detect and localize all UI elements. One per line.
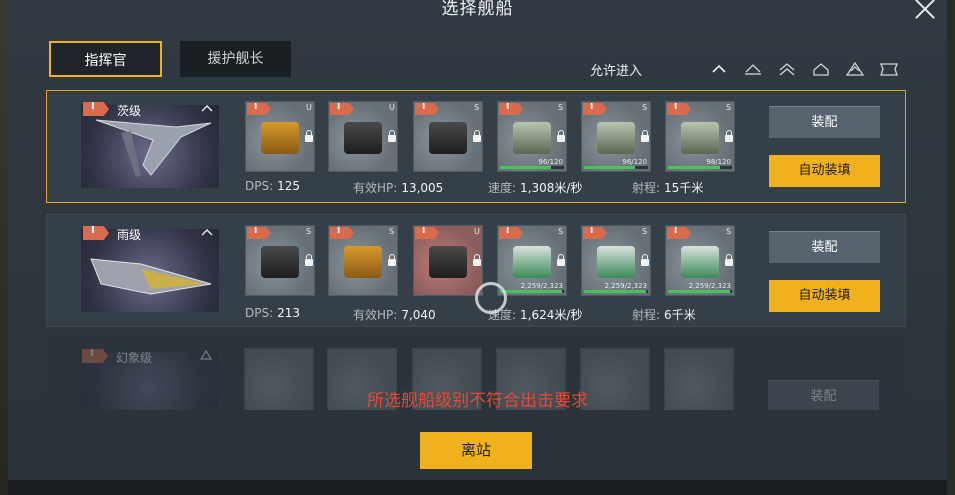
- auto-reload-button[interactable]: 自动装填: [769, 155, 880, 187]
- stat-range: 射程: 6千米: [632, 308, 696, 322]
- lock-icon: [557, 130, 565, 142]
- allowed-classes-label: 允许进入: [590, 64, 643, 79]
- stat-hp: 有效HP: 7,040: [353, 308, 436, 322]
- ship-name: 雨级: [117, 228, 142, 242]
- turret-icon: [261, 246, 299, 278]
- turret-icon: [681, 246, 719, 278]
- depart-button[interactable]: 离站: [420, 432, 532, 469]
- lock-icon: [725, 130, 733, 142]
- turret-icon: [513, 246, 551, 278]
- ship-name: 幻象级: [116, 351, 153, 365]
- rank-badge: I: [82, 349, 108, 363]
- touch-cursor-icon: [475, 282, 507, 314]
- close-icon[interactable]: [912, 0, 938, 22]
- warning-message: 所选舰船级别不符合出击要求: [367, 391, 588, 411]
- equip-button[interactable]: 装配: [769, 231, 880, 263]
- background-edge-right: [947, 0, 955, 495]
- ship-image: [81, 229, 219, 312]
- turret-icon: [344, 122, 382, 154]
- equipment-slot[interactable]: I S 2,259/2,323: [581, 225, 651, 296]
- turret-icon: [681, 122, 719, 154]
- equipment-slot[interactable]: I S 2,259/2,323: [497, 225, 567, 296]
- equipment-slot[interactable]: IU: [245, 101, 315, 172]
- equipment-slot[interactable]: IU: [413, 225, 483, 296]
- tab-commander[interactable]: 指挥官: [49, 41, 162, 77]
- stat-dps: DPS: 213: [245, 306, 301, 320]
- turret-icon: [429, 122, 467, 154]
- equipment-slot[interactable]: IS: [328, 225, 398, 296]
- equipment-slot[interactable]: I S 96/120: [497, 101, 567, 172]
- lock-icon: [473, 130, 481, 142]
- equipment-slot[interactable]: I S 96/120: [581, 101, 651, 172]
- chevron-up-icon[interactable]: [708, 60, 730, 78]
- banner-icon[interactable]: [878, 60, 900, 78]
- ship-name: 茨级: [117, 104, 142, 118]
- ship-image: [81, 105, 219, 188]
- ship-row-2[interactable]: I 雨级 IS IS IU I S 2,259/2,323 I S 2,259/2,32…: [46, 214, 906, 327]
- lock-icon: [473, 254, 481, 266]
- equipment-slot[interactable]: I S 98/120: [665, 101, 735, 172]
- turret-icon: [597, 122, 635, 154]
- lock-icon: [641, 254, 649, 266]
- rank-badge: I: [83, 102, 109, 116]
- lock-icon: [557, 254, 565, 266]
- stat-dps: DPS: 125: [245, 179, 301, 193]
- ring-triangle-icon[interactable]: [844, 60, 866, 78]
- auto-reload-button[interactable]: 自动装填: [769, 280, 880, 312]
- turret-icon: [597, 246, 635, 278]
- turret-icon: [261, 122, 299, 154]
- ring-triangle-icon: [200, 350, 212, 360]
- triangle-icon[interactable]: [742, 60, 764, 78]
- background-edge-left: [0, 0, 8, 495]
- lock-icon: [725, 254, 733, 266]
- stat-speed: 速度: 1,308米/秒: [488, 181, 583, 195]
- rank-badge: I: [83, 226, 109, 240]
- stat-hp: 有效HP: 13,005: [353, 181, 444, 195]
- lock-icon: [305, 254, 313, 266]
- equip-button[interactable]: 装配: [769, 106, 880, 138]
- chevron-up-icon: [201, 229, 213, 236]
- turret-icon: [429, 246, 467, 278]
- lock-icon: [388, 254, 396, 266]
- ship-row-1[interactable]: I 茨级 IU IU IS I S 96/120 I S 96/120 I S 98/120…: [46, 90, 906, 203]
- page-title: 选择舰船: [441, 0, 514, 19]
- tab-escort-captain[interactable]: 援护舰长: [180, 41, 291, 77]
- equipment-slot[interactable]: IS: [413, 101, 483, 172]
- equipment-slot[interactable]: IS: [245, 225, 315, 296]
- lock-icon: [388, 130, 396, 142]
- chevron-up-icon: [201, 105, 213, 112]
- stat-range: 射程: 15千米: [632, 181, 704, 195]
- equipment-slot[interactable]: IU: [328, 101, 398, 172]
- dome-icon[interactable]: [810, 60, 832, 78]
- turret-icon: [513, 122, 551, 154]
- lock-icon: [641, 130, 649, 142]
- equipment-slot[interactable]: I S 2,259/2,323: [665, 225, 735, 296]
- double-chevron-icon[interactable]: [776, 60, 798, 78]
- lock-icon: [305, 130, 313, 142]
- turret-icon: [344, 246, 382, 278]
